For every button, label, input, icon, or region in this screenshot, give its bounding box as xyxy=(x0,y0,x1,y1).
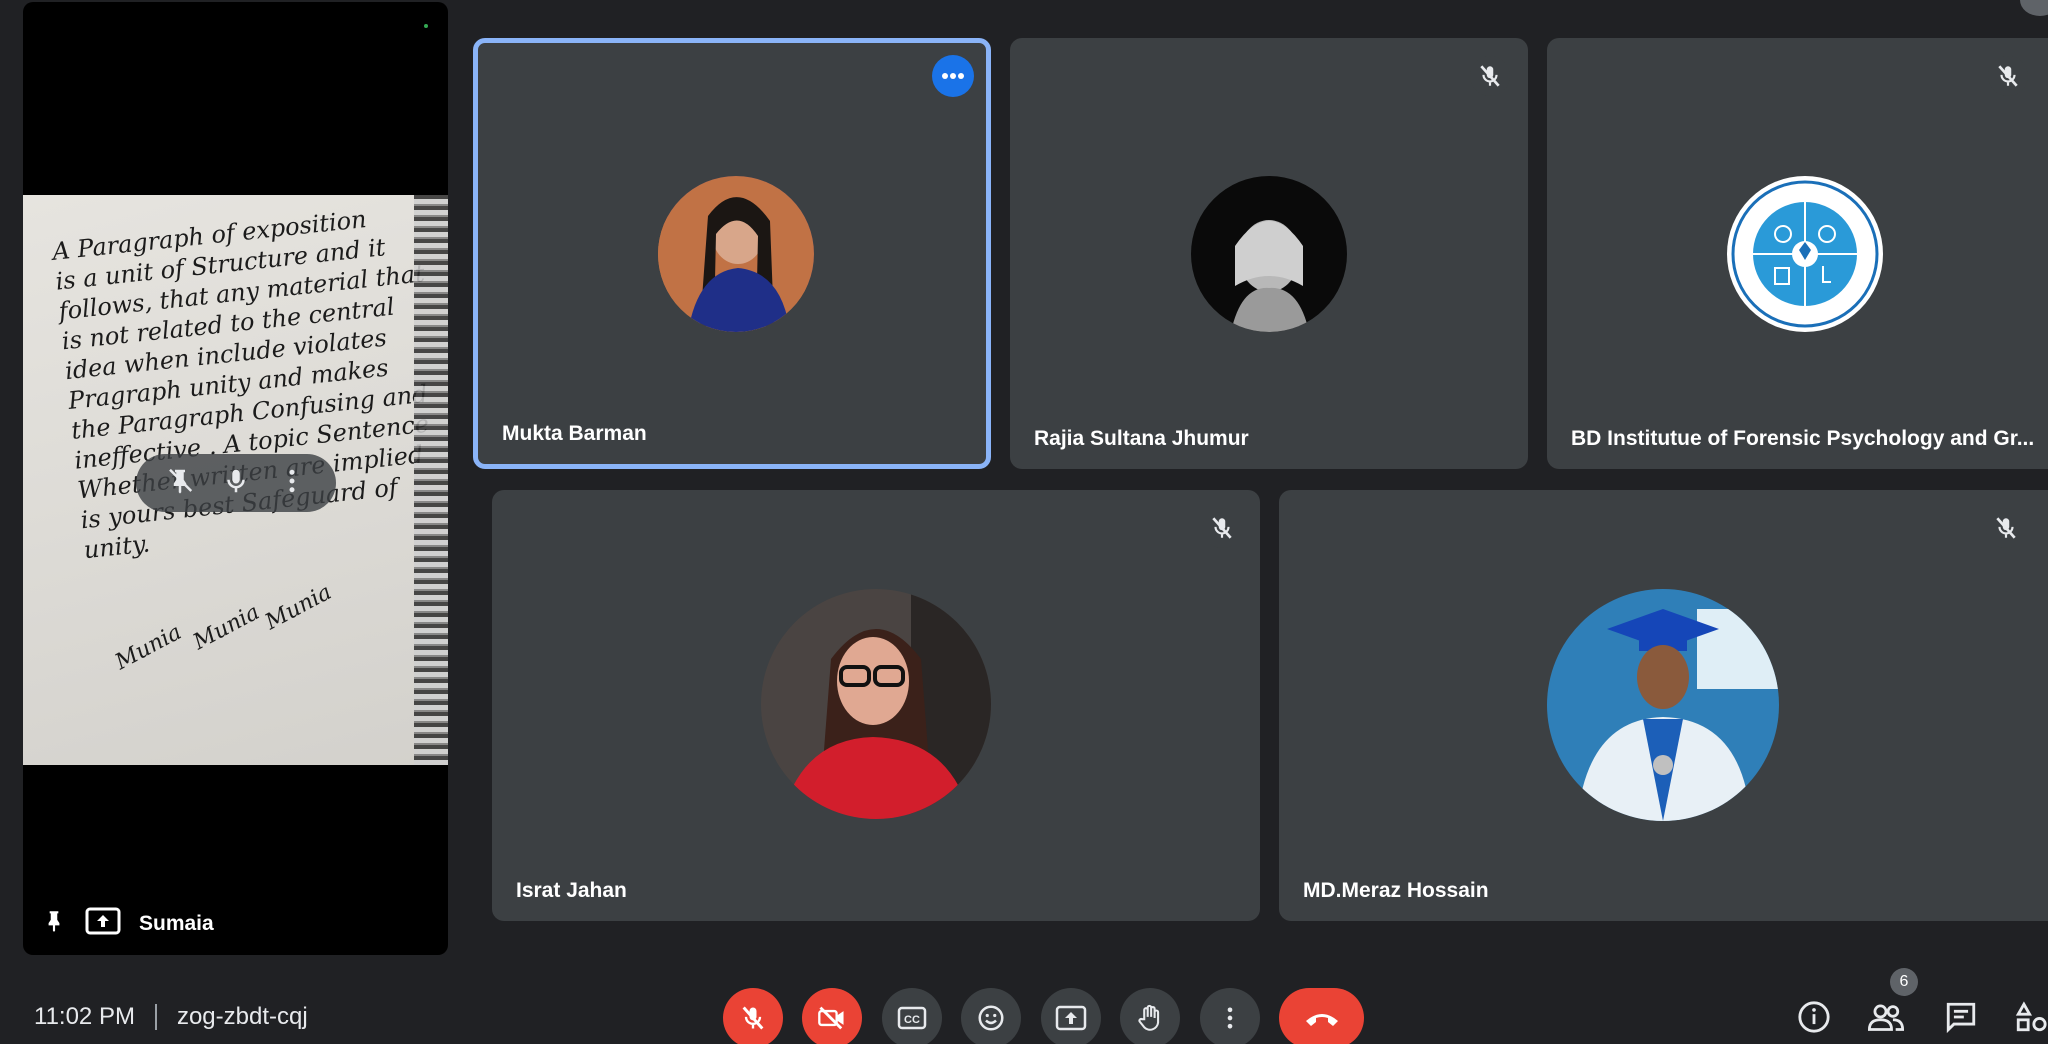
participant-tile[interactable]: Israt Jahan xyxy=(492,490,1260,921)
people-button[interactable] xyxy=(1866,997,1906,1037)
more-options-icon[interactable] xyxy=(932,55,974,97)
bottom-toolbar: 11:02 PM zog-zbdt-cqj CC xyxy=(0,975,2048,1044)
more-options-button[interactable] xyxy=(1200,988,1260,1044)
activities-button[interactable] xyxy=(2014,997,2048,1037)
presenter-name: Sumaia xyxy=(139,911,214,935)
activities-icon xyxy=(2015,1001,2047,1032)
camera-toggle-button[interactable] xyxy=(802,988,862,1044)
avatar xyxy=(1191,176,1347,332)
emoji-icon xyxy=(978,1005,1004,1031)
leave-call-button[interactable] xyxy=(1279,988,1364,1044)
mic-icon[interactable] xyxy=(221,466,251,501)
participant-tile[interactable]: MD.Meraz Hossain xyxy=(1279,490,2048,921)
pin-icon[interactable] xyxy=(41,906,67,941)
more-vert-icon[interactable] xyxy=(277,466,307,501)
captions-button[interactable]: CC xyxy=(882,988,942,1044)
people-icon xyxy=(1868,1004,1904,1031)
notebook-signatures: Munia Munia Munia xyxy=(111,580,353,675)
mic-off-icon xyxy=(1202,508,1242,548)
present-screen-icon xyxy=(1055,1005,1087,1031)
people-count-badge: 6 xyxy=(1890,968,1918,996)
meeting-time: 11:02 PM xyxy=(34,1003,135,1030)
info-icon xyxy=(1798,1001,1830,1033)
participant-name: Israt Jahan xyxy=(516,879,627,902)
participant-tile[interactable]: Rajia Sultana Jhumur xyxy=(1010,38,1528,469)
avatar xyxy=(1547,589,1779,821)
mic-off-icon xyxy=(1986,508,2026,548)
mic-toggle-button[interactable] xyxy=(723,988,783,1044)
participant-name: Mukta Barman xyxy=(502,422,647,445)
participant-name: MD.Meraz Hossain xyxy=(1303,879,1489,902)
account-avatar[interactable] xyxy=(2020,0,2048,16)
presenting-icon xyxy=(85,906,121,941)
chat-icon xyxy=(1946,1002,1976,1034)
institute-logo xyxy=(1727,176,1883,332)
avatar xyxy=(761,589,991,819)
divider xyxy=(154,1004,157,1030)
presenter-tile-controls xyxy=(136,454,336,512)
notebook-signature: Munia xyxy=(261,579,336,636)
pin-off-icon[interactable] xyxy=(165,466,195,501)
reactions-button[interactable] xyxy=(961,988,1021,1044)
mic-off-icon xyxy=(1470,56,1510,96)
meet-window: A Paragraph of exposition is a unit of St… xyxy=(0,0,2048,1044)
more-vert-icon xyxy=(1227,1007,1233,1029)
presenter-tile[interactable]: A Paragraph of exposition is a unit of St… xyxy=(23,2,448,955)
camera-off-icon xyxy=(818,1006,844,1030)
camera-indicator-dot xyxy=(424,24,428,28)
raise-hand-icon xyxy=(1138,1004,1160,1031)
notebook-spiral xyxy=(414,195,448,765)
participant-name: BD Institutue of Forensic Psychology and… xyxy=(1571,427,2035,450)
notebook-signature: Munia xyxy=(189,599,264,656)
presenter-footer: Sumaia xyxy=(41,906,214,941)
closed-captions-icon: CC xyxy=(897,1006,927,1030)
meeting-details-button[interactable] xyxy=(1794,997,1834,1037)
mic-off-icon xyxy=(1988,56,2028,96)
participant-tile[interactable]: Mukta Barman xyxy=(473,38,991,469)
meeting-details: 11:02 PM zog-zbdt-cqj xyxy=(34,1003,308,1031)
present-button[interactable] xyxy=(1041,988,1101,1044)
meeting-code[interactable]: zog-zbdt-cqj xyxy=(177,1003,308,1031)
chat-button[interactable] xyxy=(1941,997,1981,1037)
raise-hand-button[interactable] xyxy=(1120,988,1180,1044)
leave-call-icon xyxy=(1305,1014,1338,1026)
svg-text:CC: CC xyxy=(904,1014,920,1026)
participant-tile[interactable]: BD Institutue of Forensic Psychology and… xyxy=(1547,38,2048,469)
participant-name: Rajia Sultana Jhumur xyxy=(1034,427,1249,450)
notebook-signature: Munia xyxy=(111,619,186,676)
mic-off-icon xyxy=(742,1006,764,1030)
avatar xyxy=(658,176,814,332)
